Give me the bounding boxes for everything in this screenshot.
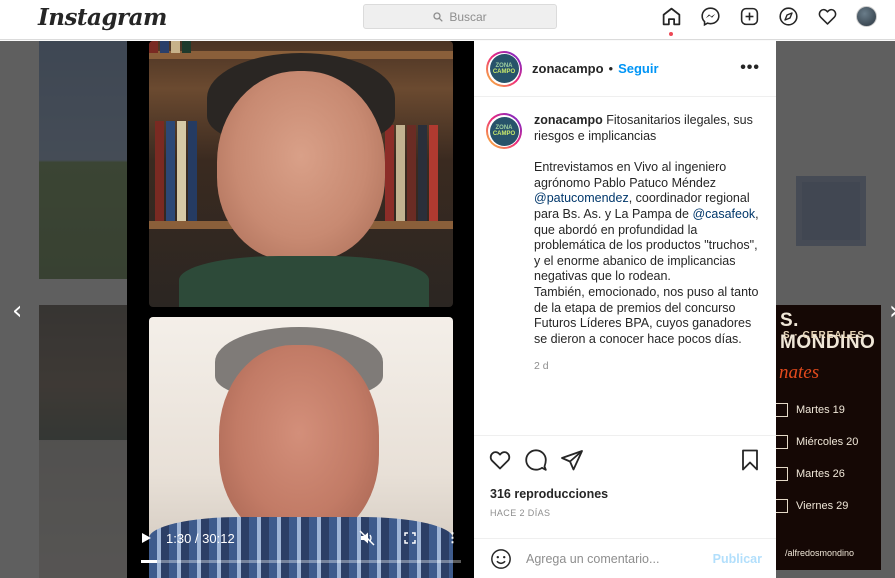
ad-footer: /alfredosmondino [785, 548, 855, 558]
person-shirt [179, 256, 429, 307]
video-progress-fill [141, 560, 157, 563]
checkbox-icon [774, 467, 788, 481]
top-navbar: Instagram Buscar [0, 0, 895, 40]
video-controls: 1:30 / 30:12 ⋮ [141, 527, 461, 549]
caption-paragraph: También, emocionado, nos puso al tanto d… [534, 284, 759, 346]
caption-username[interactable]: zonacampo [534, 113, 603, 127]
ad-date-row: Martes 26 [774, 463, 845, 485]
bookshelf-left [155, 121, 197, 221]
publish-button[interactable]: Publicar [713, 552, 762, 566]
profile-avatar[interactable] [855, 5, 877, 27]
more-vertical-icon[interactable]: ⋮ [446, 530, 459, 546]
checkbox-icon [774, 403, 788, 417]
fullscreen-icon[interactable] [404, 532, 416, 544]
mention-link[interactable]: @patucomendez [534, 191, 629, 205]
ad-subtitle: S · CEREALES [783, 330, 866, 341]
activity-heart-icon[interactable] [816, 5, 838, 27]
zonacampo-logo: ZONA CAMPO [489, 116, 519, 146]
emoji-icon[interactable] [490, 548, 512, 570]
share-send-icon[interactable] [560, 448, 584, 472]
instagram-logo[interactable]: Instagram [38, 4, 167, 31]
comment-bar: Publicar [474, 538, 776, 578]
view-count[interactable]: 316 reproducciones [490, 487, 608, 501]
ad-date-row: Martes 19 [774, 399, 845, 421]
video-progress-bar[interactable] [141, 560, 461, 563]
post-username[interactable]: zonacampo [532, 61, 604, 76]
profile-avatar-ring[interactable]: ZONA CAMPO [486, 50, 522, 87]
separator-dot: • [608, 61, 614, 76]
caption-text: zonacampo Fitosanitarios ilegales, sus r… [534, 113, 766, 375]
ad-script: nates [779, 362, 820, 383]
video-player[interactable]: 1:30 / 30:12 ⋮ [127, 41, 474, 578]
comment-icon[interactable] [524, 448, 548, 472]
zonacampo-logo: ZONA CAMPO [489, 54, 519, 83]
checkbox-icon [774, 499, 788, 513]
next-post-arrow-icon[interactable]: › [889, 296, 895, 326]
active-dot [669, 32, 673, 36]
search-placeholder: Buscar [449, 9, 487, 24]
person-face [217, 71, 385, 261]
prev-post-arrow-icon[interactable]: ‹ [12, 296, 22, 326]
checkbox-icon [774, 435, 788, 449]
avatar [855, 5, 877, 27]
new-post-icon[interactable] [738, 5, 760, 27]
caption-timestamp[interactable]: 2 d [534, 359, 766, 375]
more-options-icon[interactable]: ••• [740, 59, 760, 77]
ad-date-row: Miércoles 20 [774, 431, 858, 453]
like-heart-icon[interactable] [488, 448, 512, 472]
caption-avatar-ring[interactable]: ZONA CAMPO [486, 113, 522, 149]
video-time: 1:30 / 30:12 [166, 530, 235, 546]
video-participant-top [149, 41, 453, 307]
explore-icon[interactable] [777, 5, 799, 27]
mention-link[interactable]: @casafeok [692, 207, 755, 221]
play-icon[interactable] [141, 533, 151, 543]
bookshelf-right [385, 125, 438, 221]
caption-block: ZONA CAMPO zonacampo Fitosanitarios ileg… [486, 113, 768, 375]
post-details-panel: ZONA CAMPO zonacampo • Seguir ••• ZONA C… [474, 41, 776, 578]
ad-date-row: Viernes 29 [774, 495, 848, 517]
search-icon [433, 11, 444, 22]
mute-icon[interactable] [359, 530, 375, 546]
home-icon[interactable] [660, 5, 682, 36]
person-face [219, 345, 379, 541]
bookshelf [149, 41, 191, 53]
post-header: ZONA CAMPO zonacampo • Seguir ••• [474, 41, 776, 97]
search-box[interactable]: Buscar [363, 4, 557, 29]
post-modal: 1:30 / 30:12 ⋮ ZONA CAMPO zonacampo • Se… [127, 41, 776, 578]
comment-input[interactable] [526, 551, 716, 566]
posted-time[interactable]: HACE 2 DÍAS [490, 508, 550, 518]
follow-button[interactable]: Seguir [618, 61, 658, 76]
messenger-icon[interactable] [699, 5, 721, 27]
save-bookmark-icon[interactable] [738, 448, 762, 472]
post-actions [474, 435, 776, 485]
